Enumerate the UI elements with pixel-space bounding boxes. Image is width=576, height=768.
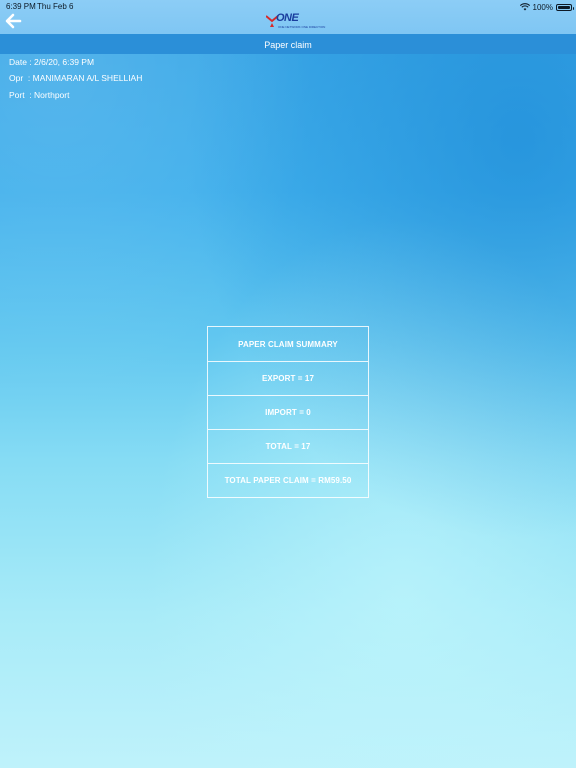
back-button[interactable] (4, 12, 24, 32)
status-date: Thu Feb 6 (37, 2, 74, 11)
page-title: Paper claim (264, 40, 312, 50)
logo-text: ONE (276, 12, 299, 24)
summary-total-row: TOTAL = 17 (208, 429, 368, 463)
logo-tagline: ONE NETWORK ONE DIRECTION (278, 25, 326, 29)
summary-header: PAPER CLAIM SUMMARY (238, 339, 338, 349)
arrow-left-icon (5, 13, 22, 29)
status-indicators: 100% (519, 2, 574, 12)
status-time: 6:39 PM (6, 2, 36, 11)
info-port: Port : Northport (9, 90, 70, 100)
summary-total-claim-row: TOTAL PAPER CLAIM = RM59.50 (208, 463, 368, 497)
top-bar: 6:39 PM Thu Feb 6 100% ONE ONE NETWORK O… (0, 0, 576, 34)
paper-claim-summary-table: PAPER CLAIM SUMMARY EXPORT = 17 IMPORT =… (207, 326, 369, 498)
title-bar: Paper claim (0, 34, 576, 54)
battery-icon (556, 3, 574, 11)
battery-percent: 100% (532, 2, 553, 12)
wifi-icon (519, 3, 530, 11)
info-date: Date : 2/6/20, 6:39 PM (9, 57, 95, 67)
summary-export-row: EXPORT = 17 (208, 361, 368, 395)
company-logo: ONE ONE NETWORK ONE DIRECTION (266, 12, 325, 32)
summary-import-row: IMPORT = 0 (208, 395, 368, 429)
info-operator: Opr : MANIMARAN A/L SHELLIAH (9, 73, 143, 83)
battery-level (558, 5, 570, 9)
